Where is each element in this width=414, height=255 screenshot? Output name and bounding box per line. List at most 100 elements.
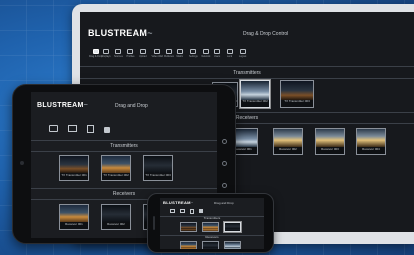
toolbar-button[interactable]: Settings xyxy=(189,49,198,58)
tablet-toolbar xyxy=(49,125,110,133)
document-icon[interactable] xyxy=(190,209,194,214)
transmitters-heading: Transmitters xyxy=(233,70,261,76)
receiver-caption: Receiver 002 xyxy=(274,147,302,154)
toolbar-label: Drag & Drop xyxy=(89,55,103,58)
transmitter-caption: TX Transmitter 001 xyxy=(60,173,88,180)
receiver-preview xyxy=(357,129,385,147)
transmitter-tile[interactable] xyxy=(180,222,197,232)
toolbar-label: Network xyxy=(201,55,211,58)
document-icon[interactable] xyxy=(87,125,94,133)
transmitter-preview xyxy=(181,223,196,229)
transmitter-tile[interactable] xyxy=(202,222,219,232)
receiver-tile[interactable]: Receiver 004 xyxy=(356,128,386,155)
toolbar-label: Upload xyxy=(139,55,147,58)
receiver-caption: Receiver 001 xyxy=(60,222,88,229)
phone-toolbar xyxy=(170,209,203,214)
settings-icon xyxy=(190,49,197,54)
tablet-home-button[interactable] xyxy=(222,161,227,166)
play-icon[interactable] xyxy=(170,209,175,213)
grid-icon xyxy=(176,49,183,54)
divider xyxy=(80,78,414,79)
transmitters-heading: Transmitters xyxy=(203,216,221,220)
drag-drop-icon xyxy=(92,49,99,54)
transmitter-preview xyxy=(60,156,88,174)
toolbar-button[interactable]: Upload xyxy=(139,49,147,58)
transmitters-heading: Transmitters xyxy=(110,143,138,149)
toolbar-label: Displays xyxy=(101,55,111,58)
profile-icon xyxy=(127,49,134,54)
toolbar-label: Profiles xyxy=(126,55,135,58)
receiver-tile[interactable]: Receiver 002 xyxy=(101,204,131,230)
display-icon[interactable] xyxy=(68,125,77,132)
toolbar-label: Users xyxy=(214,55,221,58)
receiver-caption: Receiver 004 xyxy=(357,147,385,154)
transmitter-tile[interactable]: TX Transmitter 003 xyxy=(143,155,173,181)
receiver-tile[interactable]: Receiver 003 xyxy=(315,128,345,155)
phone-screen: BLUSTREAM~ Drag and Drop Transmitters Re… xyxy=(160,198,264,249)
toolbar-button[interactable]: Users xyxy=(214,49,220,58)
divider xyxy=(31,188,217,189)
phone-logo: BLUSTREAM~ xyxy=(163,200,194,205)
toolbar-label: Settings xyxy=(189,55,198,58)
network-icon xyxy=(202,49,209,54)
receiver-caption: Receiver 003 xyxy=(316,147,344,154)
transmitter-caption: TX Transmitter 003 xyxy=(144,173,172,180)
video-wall-icon xyxy=(154,49,161,54)
tablet-nav-button[interactable] xyxy=(222,139,227,144)
transmitter-tile[interactable]: TX Transmitter 002 xyxy=(240,80,270,108)
transmitter-tile[interactable] xyxy=(224,222,241,232)
tablet-nav-button[interactable] xyxy=(222,183,227,188)
lock-icon[interactable] xyxy=(199,209,203,213)
display-icon[interactable] xyxy=(180,209,185,213)
toolbar-button[interactable]: Multiview xyxy=(164,49,174,58)
display-icon xyxy=(103,49,110,54)
receiver-preview xyxy=(316,129,344,147)
upload-icon xyxy=(139,49,146,54)
toolbar-button[interactable]: Logout xyxy=(239,49,246,58)
receiver-tile[interactable]: Receiver 001 xyxy=(59,204,89,230)
receiver-preview xyxy=(181,242,196,248)
toolbar-button[interactable]: Network xyxy=(201,49,211,58)
transmitter-preview xyxy=(281,81,313,100)
divider xyxy=(31,140,217,141)
transmitter-preview xyxy=(102,156,130,174)
transmitter-preview xyxy=(225,223,240,229)
phone-device: BLUSTREAM~ Drag and Drop Transmitters Re… xyxy=(147,193,274,253)
lock-icon[interactable] xyxy=(104,127,110,133)
divider xyxy=(80,66,414,67)
phone-title: Drag and Drop xyxy=(214,201,234,205)
receiver-caption: Receiver 002 xyxy=(102,222,130,229)
toolbar-button[interactable]: Drag & Drop xyxy=(89,49,102,58)
toolbar-label: Logout xyxy=(239,55,247,58)
toolbar-button[interactable]: Profiles xyxy=(126,49,135,58)
tablet-title: Drag and Drop xyxy=(115,103,148,109)
transmitter-caption: TX Transmitter 002 xyxy=(102,173,130,180)
transmitter-preview xyxy=(203,223,218,229)
receiver-preview xyxy=(274,129,302,147)
transmitter-tile[interactable]: TX Transmitter 003 xyxy=(280,80,314,108)
tablet-camera xyxy=(20,161,24,165)
receiver-tile[interactable] xyxy=(180,241,197,249)
receiver-tile[interactable] xyxy=(202,241,219,249)
receiver-tile[interactable] xyxy=(224,241,241,249)
transmitter-caption: TX Transmitter 002 xyxy=(241,99,269,107)
toolbar-label: Matrix xyxy=(176,55,184,58)
play-icon[interactable] xyxy=(49,125,58,132)
transmitter-preview xyxy=(144,156,172,174)
toolbar-button[interactable]: Matrix xyxy=(176,49,184,58)
toolbar-label: Sources xyxy=(114,55,123,58)
transmitter-tile[interactable]: TX Transmitter 002 xyxy=(101,155,131,181)
toolbar-button[interactable]: Video Wall xyxy=(152,49,163,58)
receiver-preview xyxy=(225,242,240,248)
toolbar-label: Multiview xyxy=(164,55,174,58)
toolbar-label: Lock xyxy=(226,55,233,58)
receiver-tile[interactable]: Receiver 002 xyxy=(273,128,303,155)
tablet-logo: BLUSTREAM~ xyxy=(37,102,89,109)
toolbar-label: Video Wall xyxy=(151,55,163,58)
transmitter-tile[interactable]: TX Transmitter 001 xyxy=(59,155,89,181)
receiver-preview xyxy=(102,205,130,223)
toolbar-button[interactable]: Sources xyxy=(114,49,123,58)
users-icon xyxy=(214,49,221,54)
toolbar-button[interactable]: Displays xyxy=(102,49,111,58)
toolbar-button[interactable]: Lock xyxy=(226,49,233,58)
